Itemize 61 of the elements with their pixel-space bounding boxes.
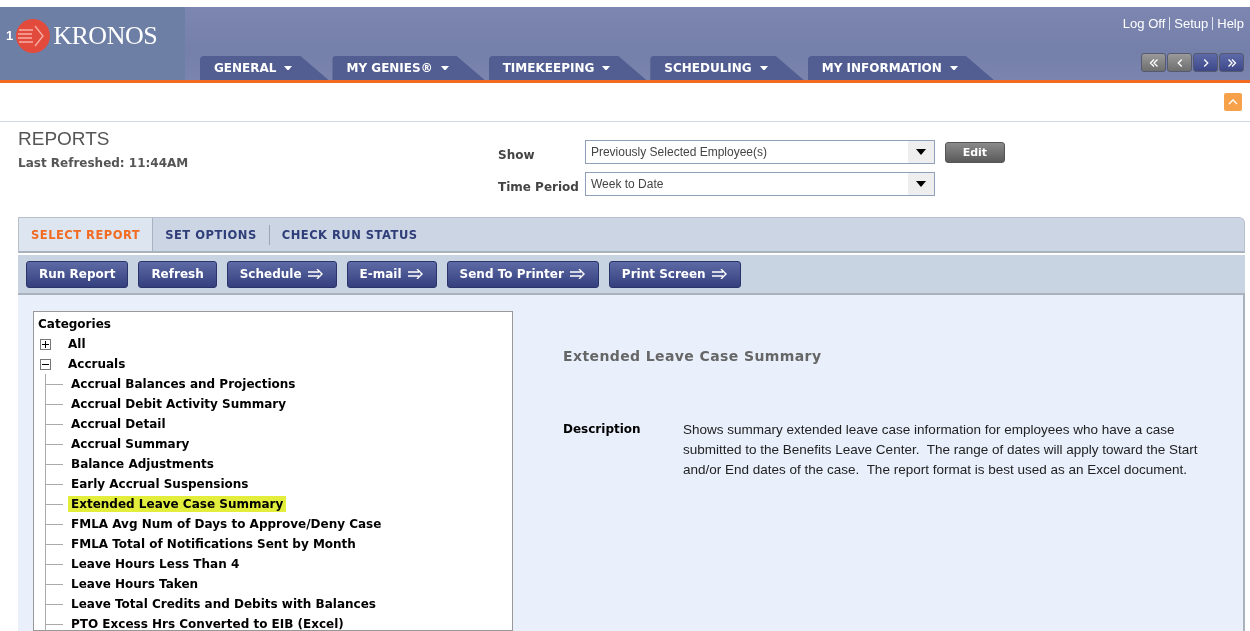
filter-label: Show — [498, 147, 536, 162]
tree-item[interactable]: Accruals — [65, 356, 129, 372]
tree-item[interactable]: FMLA Avg Num of Days to Approve/Deny Case — [68, 516, 385, 532]
expand-icon[interactable] — [40, 338, 51, 350]
tab[interactable]: SET OPTIONS — [153, 218, 269, 251]
caret-icon — [284, 65, 293, 71]
toolbar-button[interactable]: E-mail — [346, 260, 437, 288]
filter-label: Time Period — [498, 179, 579, 194]
caret-icon — [759, 65, 768, 71]
header-link[interactable]: Help — [1212, 17, 1244, 30]
nav-button[interactable] — [1219, 53, 1244, 72]
header-link[interactable]: Setup — [1169, 17, 1209, 30]
tree-item[interactable]: PTO Excess Hrs Converted to EIB (Excel) — [68, 616, 347, 630]
tree-item[interactable]: Leave Total Credits and Debits with Balances — [68, 596, 379, 612]
arrow-icon — [569, 269, 586, 279]
menu-tab[interactable]: MY GENIES® — [332, 56, 485, 80]
tab[interactable]: CHECK RUN STATUS — [269, 218, 430, 251]
menu-tab[interactable]: TIMEKEEPING — [488, 56, 647, 80]
toolbar-button[interactable]: Schedule — [226, 260, 337, 288]
last-refreshed: Last Refreshed: 11:44AM — [18, 156, 190, 170]
menu-tab[interactable]: GENERAL — [200, 56, 329, 80]
caret-icon — [602, 65, 611, 71]
collapse-icon[interactable] — [40, 358, 51, 370]
chevron-up-icon — [1228, 99, 1238, 105]
toolbar-button[interactable]: Print Screen — [608, 260, 741, 288]
tree-item[interactable]: Balance Adjustments — [68, 456, 217, 472]
tree-title: Categories — [38, 316, 112, 333]
tree-item[interactable]: Accrual Debit Activity Summary — [68, 396, 290, 412]
caret-icon — [915, 149, 926, 155]
description-label: Description — [563, 421, 642, 438]
filter-dropdown[interactable]: Previously Selected Employee(s) — [584, 140, 935, 164]
tree-item[interactable]: Leave Hours Taken — [68, 576, 202, 592]
toolbar-button[interactable]: Run Report — [26, 260, 129, 288]
tree-item[interactable]: Accrual Summary — [68, 436, 193, 452]
filter-dropdown[interactable]: Week to Date — [584, 172, 935, 196]
tree-item[interactable]: Early Accrual Suspensions — [68, 476, 252, 492]
tree-item[interactable]: FMLA Total of Notifications Sent by Month — [68, 536, 359, 552]
caret-icon — [949, 65, 958, 71]
arrow-icon — [307, 269, 324, 279]
caret-icon — [915, 181, 926, 187]
header-link[interactable]: Log Off — [1122, 17, 1166, 30]
edit-button[interactable]: Edit — [944, 142, 1005, 163]
nav-button[interactable] — [1193, 53, 1218, 72]
page-title: REPORTS — [18, 128, 111, 150]
logo-text: KRONOS — [53, 20, 158, 51]
tree-item[interactable]: Accrual Balances and Projections — [68, 376, 299, 392]
arrow-icon — [407, 269, 424, 279]
description-text: Shows summary extended leave case information for employees who have a case submitted to the Benefits Leave Center. The range of dates will apply toward the Start and/or End dates of the case. The report format is best used as an Excel document. — [683, 421, 1199, 479]
toolbar-button[interactable]: Send To Printer — [446, 260, 599, 288]
logo-icon — [15, 17, 52, 54]
arrow-icon — [711, 269, 728, 279]
caret-icon — [440, 65, 449, 71]
tree-item[interactable]: Extended Leave Case Summary — [68, 496, 287, 512]
report-title: Extended Leave Case Summary — [563, 348, 823, 364]
logo-number: 1 — [6, 28, 14, 43]
toolbar-button[interactable]: Refresh — [138, 260, 217, 288]
tree-item[interactable]: All — [65, 336, 89, 352]
menu-tab[interactable]: MY INFORMATION — [807, 56, 994, 80]
menu-tab[interactable]: SCHEDULING — [650, 56, 804, 80]
tree-item[interactable]: Accrual Detail — [68, 416, 169, 432]
tree-item[interactable]: Leave Hours Less Than 4 — [68, 556, 243, 572]
